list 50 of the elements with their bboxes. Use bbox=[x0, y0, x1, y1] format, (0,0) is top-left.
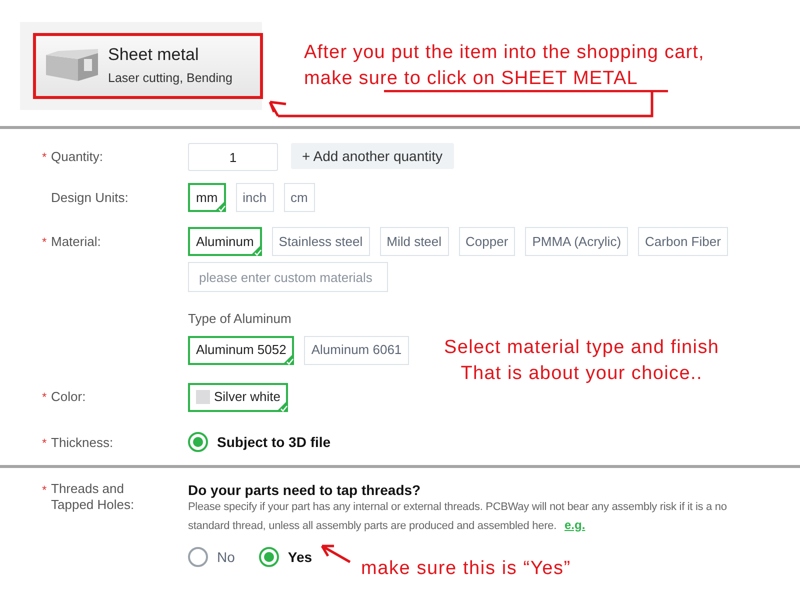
check-icon bbox=[282, 352, 294, 364]
option-button[interactable]: mm bbox=[188, 183, 226, 212]
option-button[interactable]: Copper bbox=[458, 227, 516, 256]
field-label: Thickness: bbox=[51, 434, 114, 450]
option-button[interactable]: inch bbox=[236, 183, 274, 212]
sheet-metal-icon bbox=[44, 49, 100, 83]
radio-button[interactable] bbox=[188, 432, 208, 452]
option-button[interactable]: Mild steel bbox=[380, 227, 449, 256]
check-icon bbox=[276, 400, 288, 412]
field-label: Design Units: bbox=[51, 190, 130, 206]
option-button[interactable]: Carbon Fiber bbox=[638, 227, 728, 256]
required-mark: * bbox=[42, 149, 48, 166]
field-label: Material: bbox=[51, 234, 102, 250]
annotation-text: make sure this is “Yes” bbox=[361, 557, 571, 581]
annotation-text: After you put the item into the shopping cart, bbox=[304, 41, 704, 65]
radio-button[interactable] bbox=[258, 547, 279, 567]
annotation-text: make sure to click on bbox=[304, 67, 496, 91]
option-button[interactable]: PMMA (Acrylic) bbox=[525, 227, 628, 256]
question-text: Do your parts need to tap threads? bbox=[188, 480, 422, 498]
radio-option[interactable]: Yes bbox=[258, 546, 312, 568]
description-text: Please specify if your part has any internal or external threads. PCBWay will not bear any assembly risk if it is a no bbox=[188, 500, 727, 514]
annotation-text: That is about your choice.. bbox=[460, 362, 702, 386]
product-title: Sheet metal bbox=[108, 44, 200, 66]
product-card[interactable]: Sheet metal Laser cutting, Bending bbox=[33, 33, 263, 99]
quantity-field[interactable]: 1 bbox=[188, 143, 278, 171]
radio-option[interactable]: No bbox=[188, 546, 235, 568]
annotation-highlight: SHEET METAL bbox=[501, 67, 638, 91]
required-mark: * bbox=[42, 234, 48, 250]
option-button[interactable]: Aluminum 5052 bbox=[188, 336, 294, 364]
color-swatch bbox=[196, 390, 210, 404]
section-label: Type of Aluminum bbox=[188, 310, 292, 328]
custom-material-field[interactable]: please enter custom materials bbox=[188, 262, 388, 292]
field-label: Quantity: bbox=[51, 149, 104, 165]
add-quantity-button[interactable]: + Add another quantity bbox=[291, 143, 454, 169]
field-label: Color: bbox=[51, 389, 87, 405]
description-text: standard thread, unless all assembly parts are produced and assembled here. bbox=[188, 518, 556, 534]
option-button[interactable]: Silver white bbox=[188, 382, 288, 412]
field-label: Threads and Tapped Holes: bbox=[51, 480, 136, 512]
radio-button[interactable] bbox=[188, 547, 208, 567]
annotation-text: Select material type and finish bbox=[444, 336, 720, 360]
option-button[interactable]: Stainless steel bbox=[272, 227, 370, 256]
required-mark: * bbox=[42, 434, 48, 452]
option-button[interactable]: Aluminum bbox=[188, 227, 262, 256]
option-button[interactable]: cm bbox=[284, 183, 315, 212]
product-subtitle: Laser cutting, Bending bbox=[108, 70, 232, 88]
required-mark: * bbox=[42, 482, 48, 498]
option-button[interactable]: Aluminum 6061 bbox=[304, 336, 409, 364]
check-icon bbox=[214, 200, 226, 212]
radio-option[interactable]: Subject to 3D file bbox=[188, 432, 331, 452]
required-mark: * bbox=[42, 389, 48, 406]
